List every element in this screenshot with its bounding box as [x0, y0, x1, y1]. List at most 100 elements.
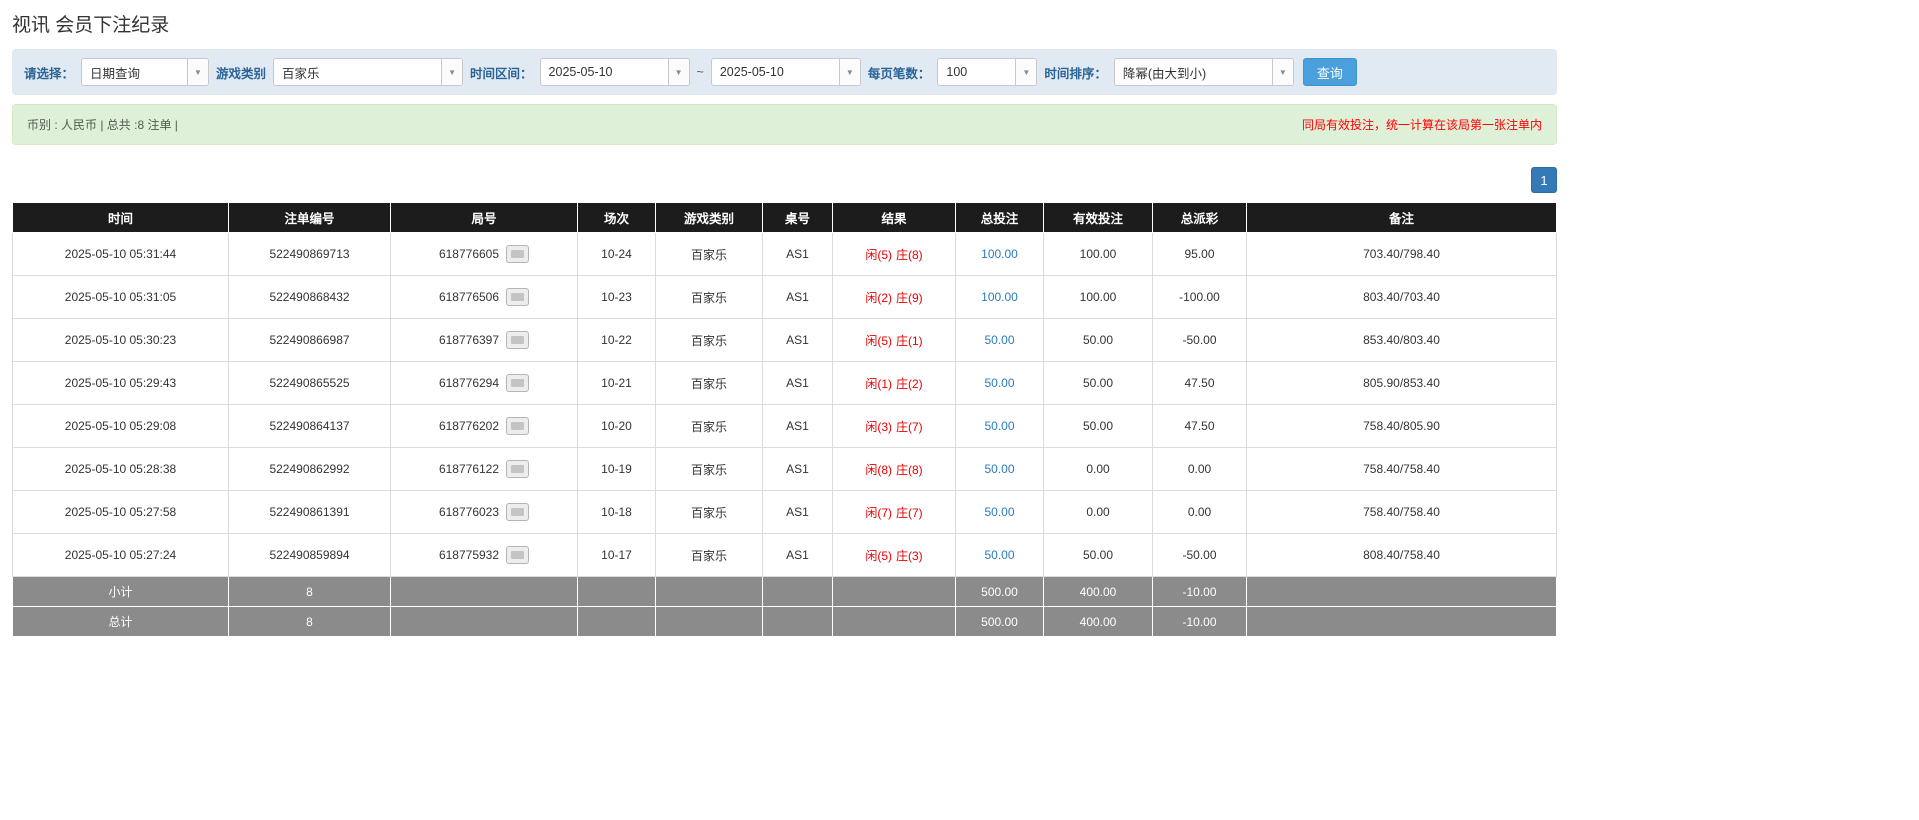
video-replay-icon[interactable]	[506, 331, 529, 349]
video-replay-icon[interactable]	[506, 546, 529, 564]
cell-result: 闲(2)庄(9)	[833, 276, 956, 319]
total-total-bet: 500.00	[956, 607, 1044, 637]
cell-total-bet[interactable]: 50.00	[956, 362, 1044, 405]
query-type-select[interactable]: 日期查询 ▼	[81, 58, 209, 86]
total-count: 8	[229, 607, 391, 637]
page-1-button[interactable]: 1	[1531, 167, 1557, 193]
cell-valid-bet: 0.00	[1044, 491, 1153, 534]
cell-payout: 0.00	[1153, 448, 1247, 491]
total-bet-link[interactable]: 50.00	[984, 376, 1014, 390]
table-row: 2025-05-10 05:28:38 522490862992 6187761…	[13, 448, 1557, 491]
video-replay-icon[interactable]	[506, 417, 529, 435]
video-replay-icon[interactable]	[506, 288, 529, 306]
total-bet-link[interactable]: 50.00	[984, 505, 1014, 519]
table-row: 2025-05-10 05:30:23 522490866987 6187763…	[13, 319, 1557, 362]
column-header-payout: 总派彩	[1153, 203, 1247, 233]
cell-table-no: AS1	[763, 534, 833, 577]
chevron-down-icon[interactable]: ▼	[668, 59, 689, 85]
chevron-down-icon[interactable]: ▼	[1272, 59, 1293, 85]
cell-total-bet[interactable]: 100.00	[956, 276, 1044, 319]
chevron-down-icon[interactable]: ▼	[187, 59, 208, 85]
game-category-select[interactable]: 百家乐 ▼	[273, 58, 463, 86]
cell-round: 618776397	[391, 319, 578, 362]
cell-time: 2025-05-10 05:29:08	[13, 405, 229, 448]
chevron-down-icon[interactable]: ▼	[839, 59, 860, 85]
cell-time: 2025-05-10 05:28:38	[13, 448, 229, 491]
cell-valid-bet: 0.00	[1044, 448, 1153, 491]
table-row: 2025-05-10 05:27:24 522490859894 6187759…	[13, 534, 1557, 577]
cell-valid-bet: 50.00	[1044, 362, 1153, 405]
cell-result: 闲(8)庄(8)	[833, 448, 956, 491]
result-player: 闲(8)	[865, 463, 892, 477]
video-replay-icon[interactable]	[506, 460, 529, 478]
total-bet-link[interactable]: 50.00	[984, 333, 1014, 347]
cell-table-no: AS1	[763, 233, 833, 276]
cell-result: 闲(5)庄(1)	[833, 319, 956, 362]
cell-result: 闲(7)庄(7)	[833, 491, 956, 534]
query-type-value: 日期查询	[82, 59, 187, 85]
chevron-down-icon[interactable]: ▼	[441, 59, 462, 85]
bet-records-table: 时间 注单编号 局号 场次 游戏类别 桌号 结果 总投注 有效投注 总派彩 备注…	[12, 202, 1557, 637]
cell-total-bet[interactable]: 50.00	[956, 405, 1044, 448]
cell-session: 10-19	[578, 448, 656, 491]
cell-remark: 808.40/758.40	[1247, 534, 1557, 577]
cell-payout: 47.50	[1153, 362, 1247, 405]
summary-notice-text: 同局有效投注，统一计算在该局第一张注单内	[1302, 116, 1542, 133]
time-range-label: 时间区间：	[470, 63, 533, 82]
result-player: 闲(5)	[865, 549, 892, 563]
cell-game: 百家乐	[656, 362, 763, 405]
total-bet-link[interactable]: 100.00	[981, 247, 1018, 261]
cell-remark: 805.90/853.40	[1247, 362, 1557, 405]
chevron-down-icon[interactable]: ▼	[1015, 59, 1036, 85]
cell-table-no: AS1	[763, 491, 833, 534]
cell-round: 618776122	[391, 448, 578, 491]
cell-valid-bet: 100.00	[1044, 276, 1153, 319]
cell-total-bet[interactable]: 50.00	[956, 319, 1044, 362]
cell-remark: 758.40/758.40	[1247, 448, 1557, 491]
round-number: 618776023	[439, 505, 499, 519]
time-sort-select[interactable]: 降幂(由大到小) ▼	[1114, 58, 1294, 86]
video-replay-icon[interactable]	[506, 374, 529, 392]
total-bet-link[interactable]: 50.00	[984, 548, 1014, 562]
cell-payout: -100.00	[1153, 276, 1247, 319]
subtotal-payout: -10.00	[1153, 577, 1247, 607]
cell-total-bet[interactable]: 50.00	[956, 448, 1044, 491]
cell-session: 10-23	[578, 276, 656, 319]
cell-payout: -50.00	[1153, 534, 1247, 577]
video-replay-icon[interactable]	[506, 245, 529, 263]
search-button[interactable]: 查询	[1303, 58, 1357, 86]
date-to-value: 2025-05-10	[712, 59, 839, 85]
cell-payout: 95.00	[1153, 233, 1247, 276]
cell-game: 百家乐	[656, 233, 763, 276]
cell-bet-id: 522490859894	[229, 534, 391, 577]
total-bet-link[interactable]: 50.00	[984, 462, 1014, 476]
cell-game: 百家乐	[656, 448, 763, 491]
cell-time: 2025-05-10 05:27:24	[13, 534, 229, 577]
video-replay-icon[interactable]	[506, 503, 529, 521]
cell-total-bet[interactable]: 50.00	[956, 491, 1044, 534]
cell-session: 10-21	[578, 362, 656, 405]
total-bet-link[interactable]: 50.00	[984, 419, 1014, 433]
cell-round: 618775932	[391, 534, 578, 577]
cell-bet-id: 522490869713	[229, 233, 391, 276]
cell-game: 百家乐	[656, 534, 763, 577]
cell-total-bet[interactable]: 100.00	[956, 233, 1044, 276]
cell-total-bet[interactable]: 50.00	[956, 534, 1044, 577]
pagination: 1	[12, 167, 1557, 193]
time-sort-label: 时间排序：	[1044, 63, 1107, 82]
cell-session: 10-18	[578, 491, 656, 534]
date-to-input[interactable]: 2025-05-10 ▼	[711, 58, 861, 86]
per-page-select[interactable]: 100 ▼	[937, 58, 1037, 86]
subtotal-valid-bet: 400.00	[1044, 577, 1153, 607]
cell-result: 闲(5)庄(3)	[833, 534, 956, 577]
page-title: 视讯 会员下注纪录	[12, 10, 1557, 37]
total-bet-link[interactable]: 100.00	[981, 290, 1018, 304]
cell-remark: 803.40/703.40	[1247, 276, 1557, 319]
cell-valid-bet: 100.00	[1044, 233, 1153, 276]
cell-session: 10-24	[578, 233, 656, 276]
cell-round: 618776294	[391, 362, 578, 405]
cell-result: 闲(3)庄(7)	[833, 405, 956, 448]
cell-bet-id: 522490861391	[229, 491, 391, 534]
cell-session: 10-20	[578, 405, 656, 448]
date-from-input[interactable]: 2025-05-10 ▼	[540, 58, 690, 86]
